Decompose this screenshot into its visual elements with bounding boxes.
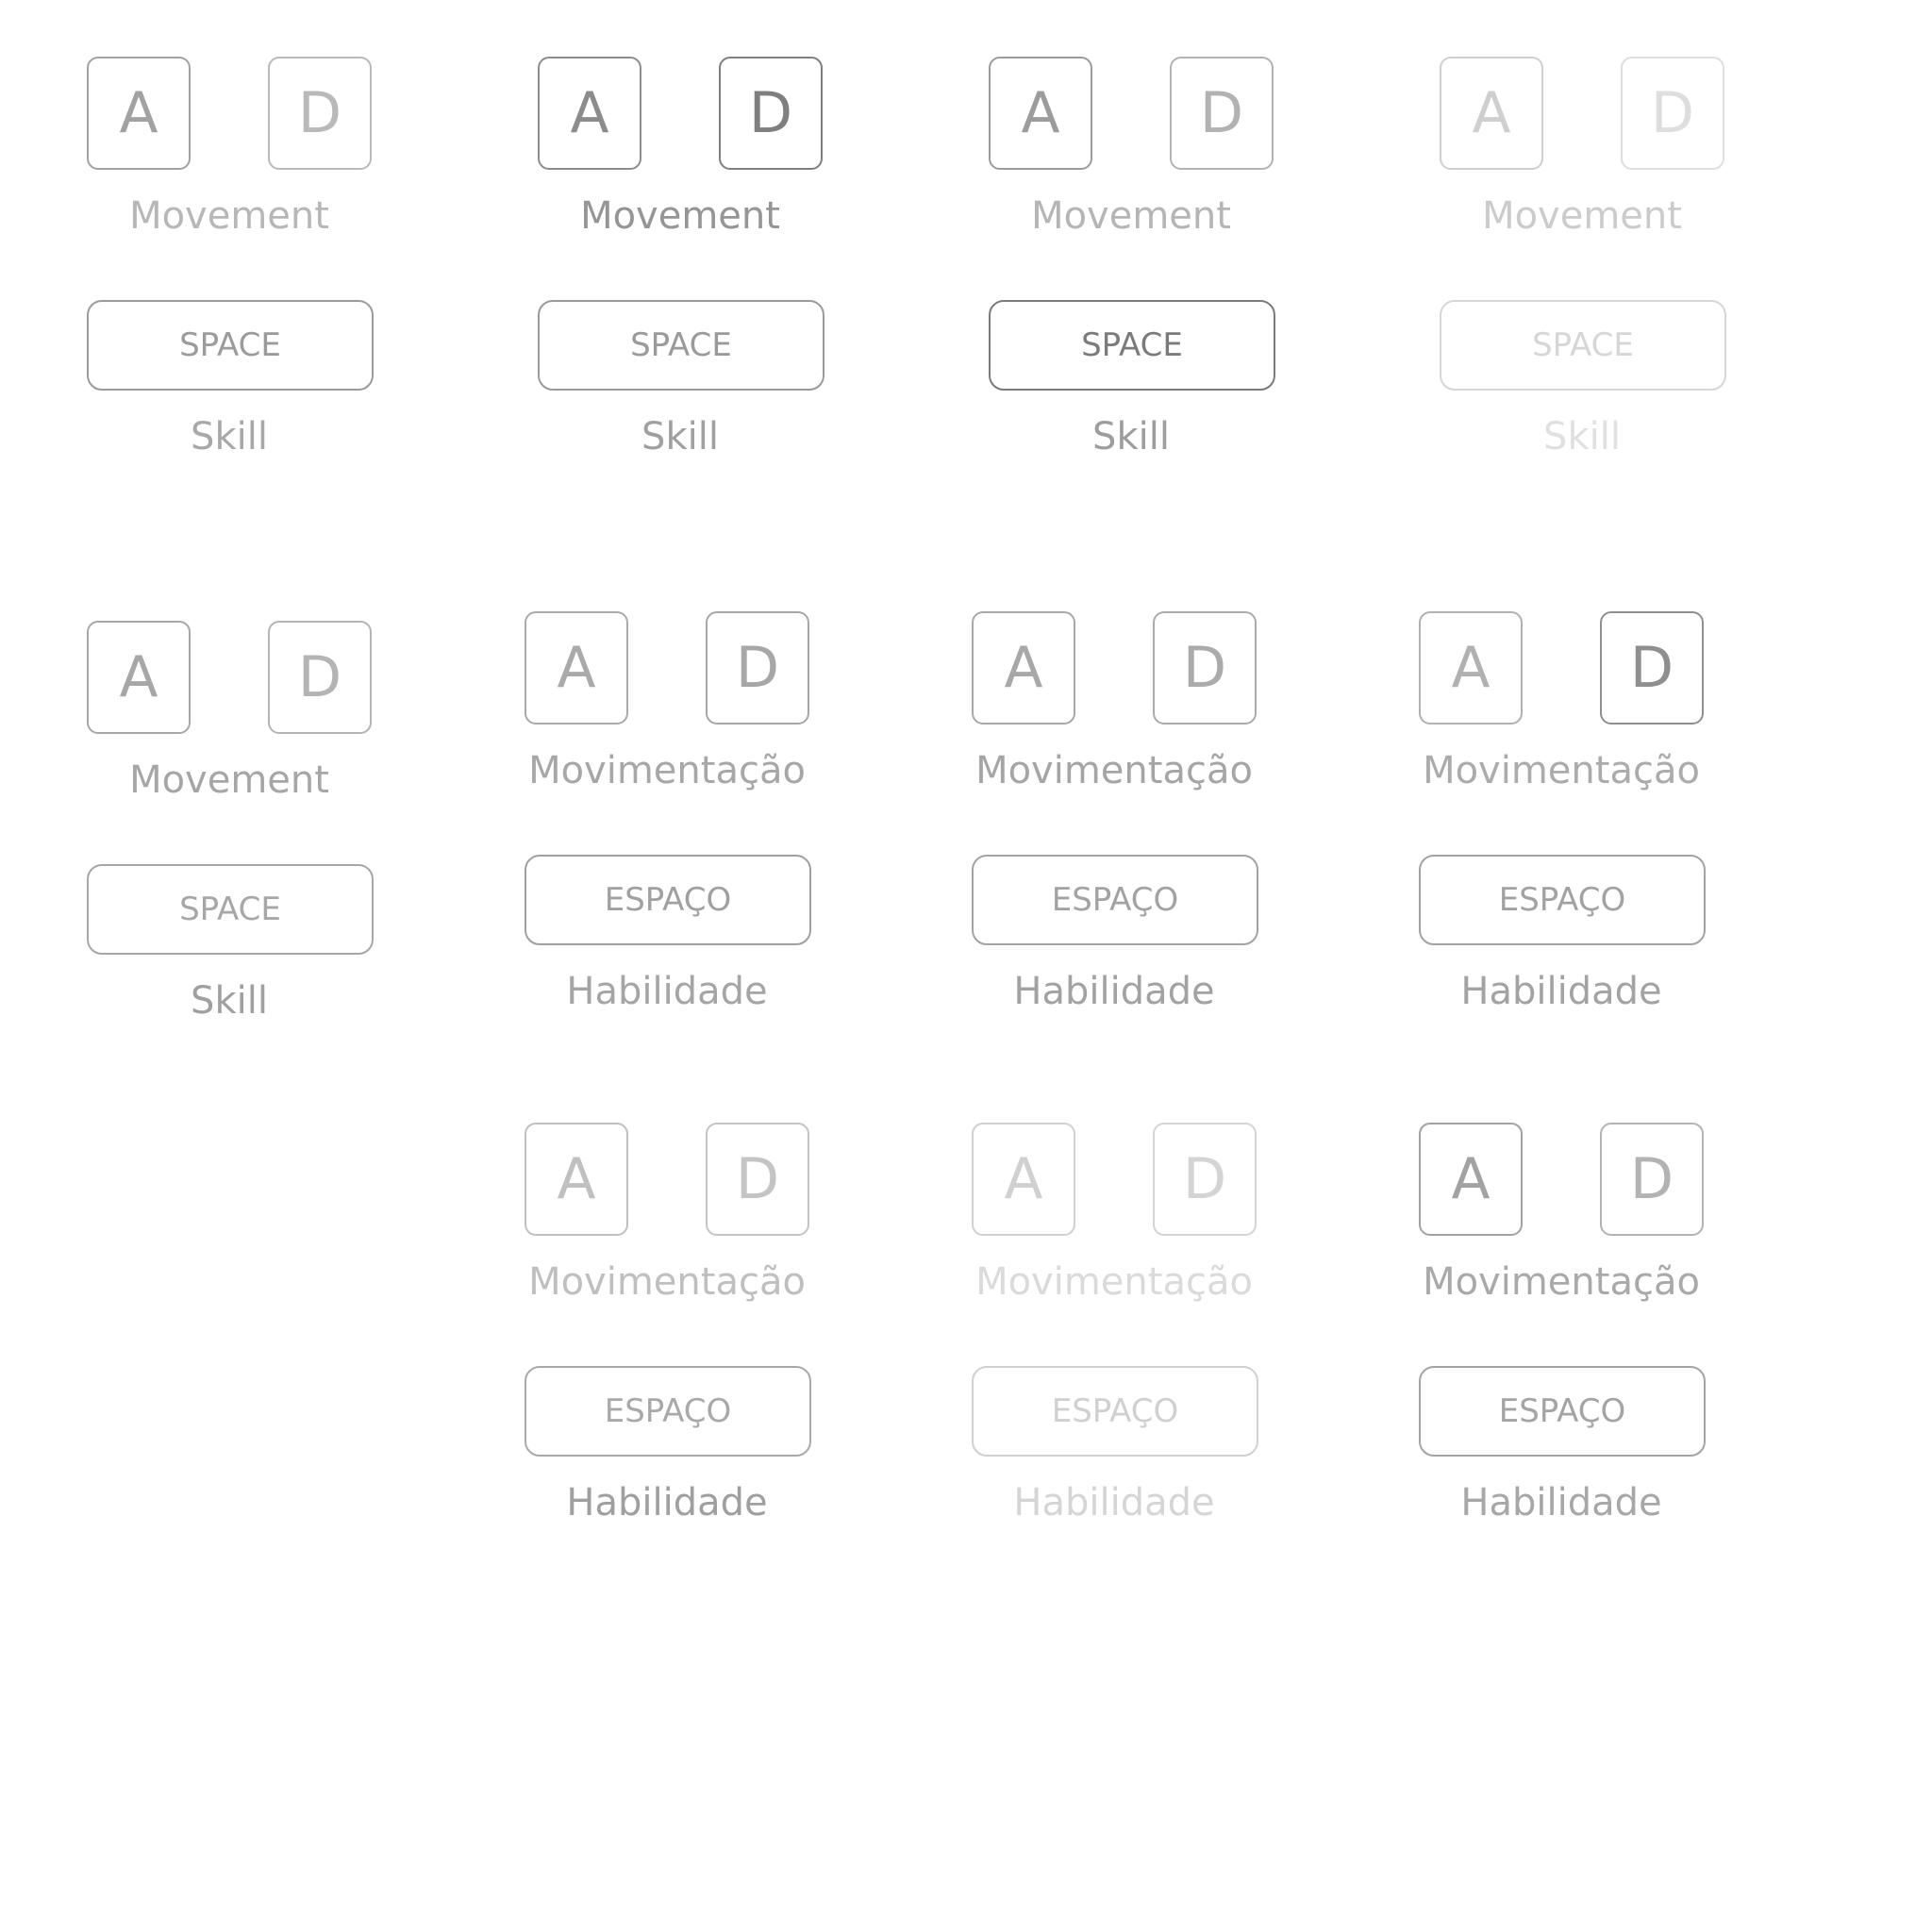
control-hint-panel-10: A D Movimentação ESPAÇO Habilidade <box>972 1123 1274 1557</box>
a-key: A <box>1419 611 1523 724</box>
skill-label: Skill <box>1092 415 1170 458</box>
skill-label: Skill <box>641 415 719 458</box>
space-key: ESPAÇO <box>525 855 811 945</box>
skill-label: Habilidade <box>1013 1481 1215 1524</box>
d-key: D <box>268 621 372 734</box>
d-key: D <box>1153 1123 1257 1236</box>
skill-label: Skill <box>1543 415 1621 458</box>
movement-label: Movement <box>1031 194 1231 238</box>
a-key: A <box>525 1123 628 1236</box>
a-key: A <box>1440 57 1543 170</box>
space-key: ESPAÇO <box>525 1366 811 1457</box>
control-hint-panel-9: A D Movimentação ESPAÇO Habilidade <box>525 1123 826 1557</box>
d-key: D <box>1621 57 1724 170</box>
d-key: D <box>706 1123 809 1236</box>
skill-label: Skill <box>191 415 268 458</box>
control-hint-panel-1: A D Movement SPACE Skill <box>87 57 389 491</box>
skill-label: Habilidade <box>1460 970 1662 1013</box>
control-hint-panel-5: A D Movement SPACE Skill <box>87 621 389 1055</box>
movement-label: Movement <box>129 758 329 802</box>
space-key: SPACE <box>989 300 1275 391</box>
space-key: SPACE <box>538 300 824 391</box>
skill-label: Skill <box>191 979 268 1023</box>
d-key: D <box>1170 57 1274 170</box>
a-key: A <box>87 621 191 734</box>
a-key: A <box>1419 1123 1523 1236</box>
movement-label: Movement <box>129 194 329 238</box>
control-hint-panel-8: A D Movimentação ESPAÇO Habilidade <box>1419 611 1721 1045</box>
skill-label: Habilidade <box>1460 1481 1662 1524</box>
d-key: D <box>719 57 823 170</box>
space-key: ESPAÇO <box>972 855 1258 945</box>
control-hint-panel-11: A D Movimentação ESPAÇO Habilidade <box>1419 1123 1721 1557</box>
a-key: A <box>538 57 641 170</box>
a-key: A <box>972 1123 1075 1236</box>
movement-label: Movimentação <box>975 1260 1253 1304</box>
movement-label: Movement <box>1482 194 1682 238</box>
a-key: A <box>972 611 1075 724</box>
movement-label: Movimentação <box>1423 749 1700 792</box>
movement-label: Movimentação <box>975 749 1253 792</box>
d-key: D <box>1600 611 1704 724</box>
space-key: ESPAÇO <box>1419 855 1706 945</box>
a-key: A <box>87 57 191 170</box>
control-hint-panel-6: A D Movimentação ESPAÇO Habilidade <box>525 611 826 1045</box>
movement-label: Movimentação <box>1423 1260 1700 1304</box>
space-key: SPACE <box>87 300 374 391</box>
control-hint-panel-4: A D Movement SPACE Skill <box>1440 57 1741 491</box>
d-key: D <box>706 611 809 724</box>
movement-label: Movimentação <box>528 749 806 792</box>
a-key: A <box>989 57 1092 170</box>
control-hint-panel-2: A D Movement SPACE Skill <box>538 57 840 491</box>
skill-label: Habilidade <box>566 970 768 1013</box>
space-key: ESPAÇO <box>1419 1366 1706 1457</box>
movement-label: Movimentação <box>528 1260 806 1304</box>
space-key: SPACE <box>1440 300 1726 391</box>
space-key: SPACE <box>87 864 374 955</box>
d-key: D <box>268 57 372 170</box>
d-key: D <box>1600 1123 1704 1236</box>
movement-label: Movement <box>580 194 780 238</box>
skill-label: Habilidade <box>566 1481 768 1524</box>
a-key: A <box>525 611 628 724</box>
skill-label: Habilidade <box>1013 970 1215 1013</box>
control-hint-panel-7: A D Movimentação ESPAÇO Habilidade <box>972 611 1274 1045</box>
d-key: D <box>1153 611 1257 724</box>
space-key: ESPAÇO <box>972 1366 1258 1457</box>
control-hint-panel-3: A D Movement SPACE Skill <box>989 57 1291 491</box>
